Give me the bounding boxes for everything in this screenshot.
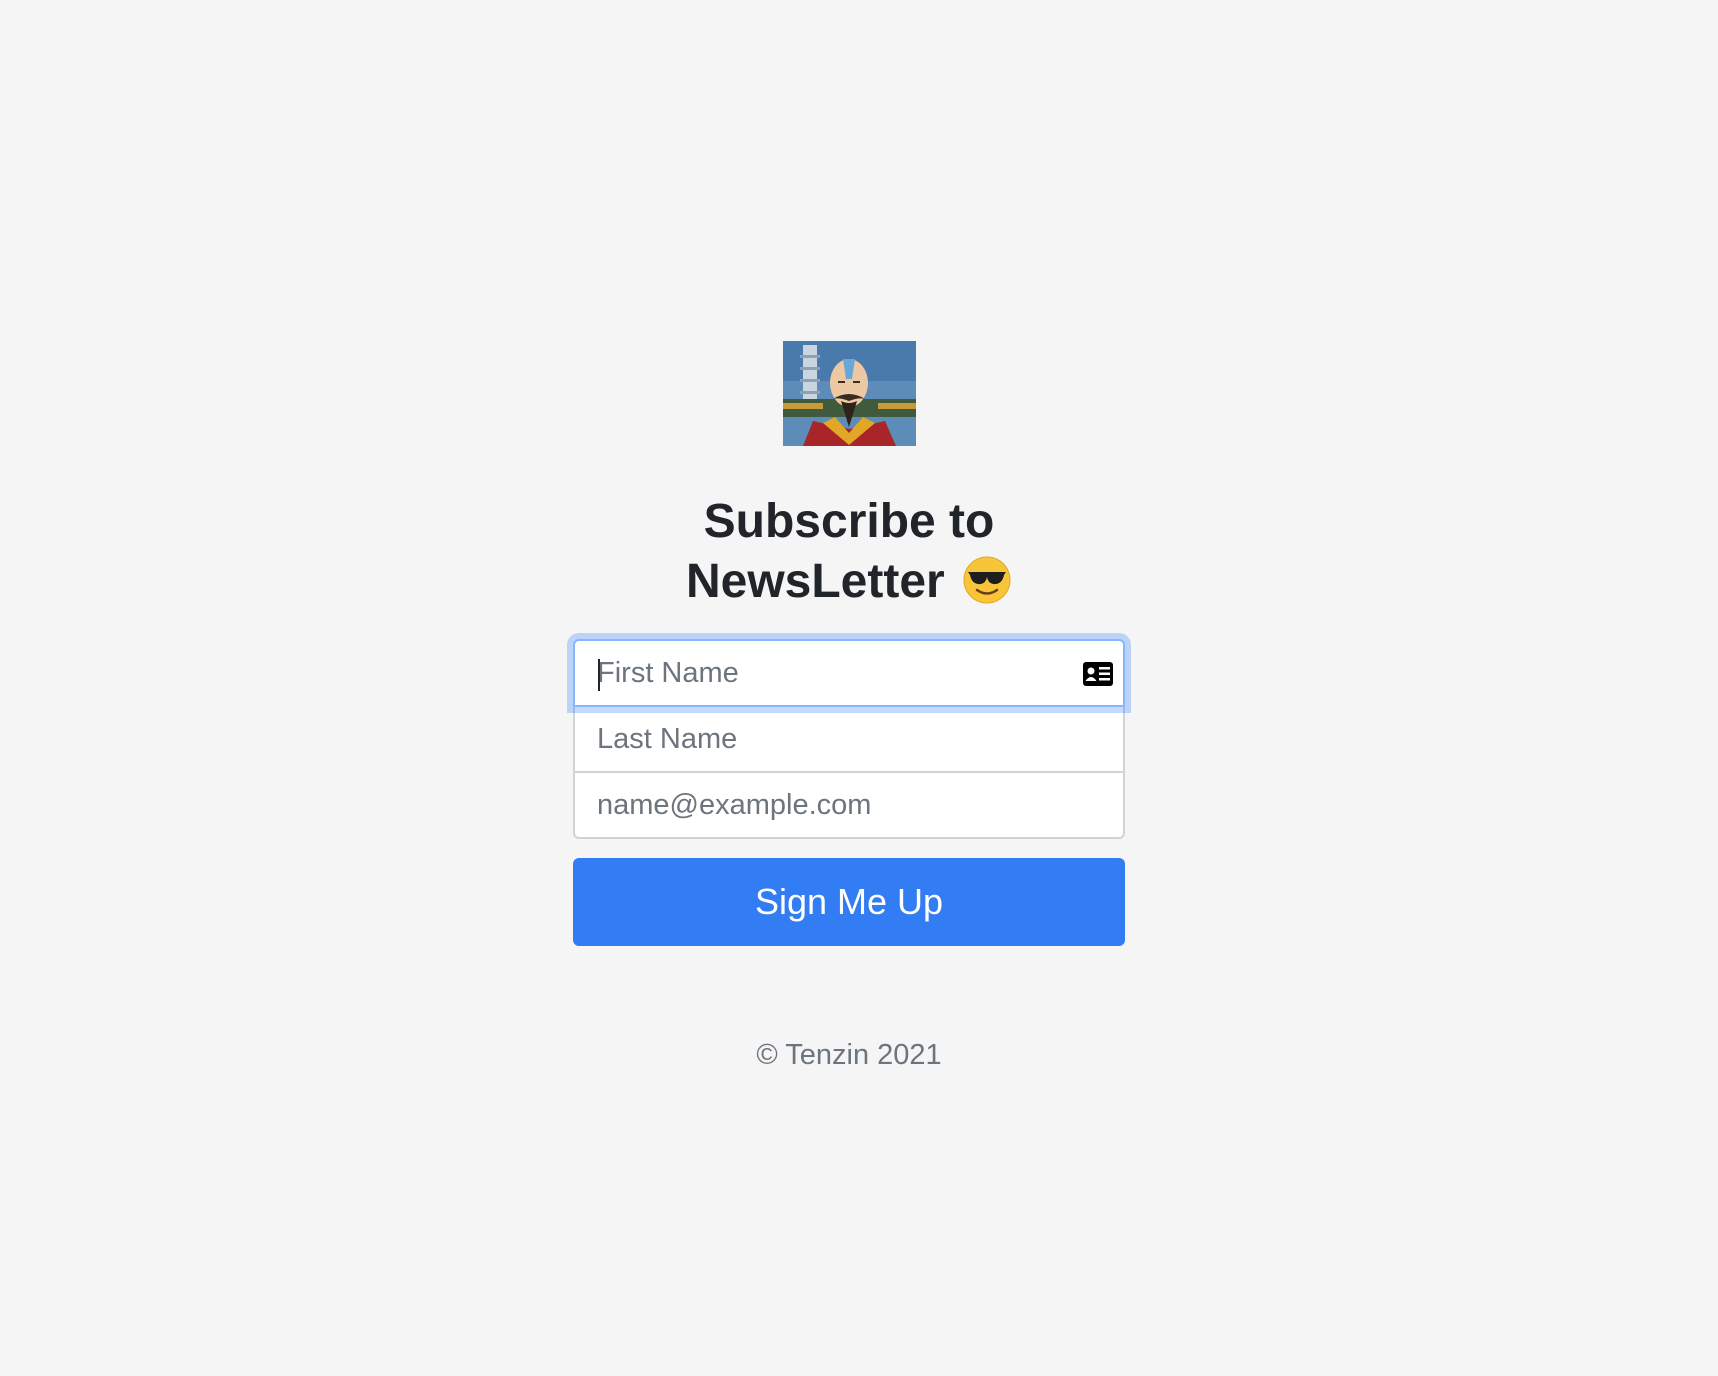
newsletter-form: Subscribe to NewsLetter First Name Last … <box>573 341 1125 1101</box>
title-line-1: Subscribe to <box>703 495 995 548</box>
smiling-face-with-sunglasses-icon <box>962 555 1012 605</box>
last-name-input[interactable] <box>597 722 1067 756</box>
contact-card-icon[interactable] <box>1083 662 1113 686</box>
copyright-text: © Tenzin 2021 <box>756 1039 942 1071</box>
email-input[interactable] <box>597 788 1067 822</box>
text-caret <box>598 659 600 691</box>
first-name-input[interactable] <box>597 656 1067 690</box>
page: Subscribe to NewsLetter First Name Last … <box>0 0 1718 1376</box>
logo-image <box>782 341 916 446</box>
last-name-field-wrapper <box>573 705 1125 773</box>
sign-up-button[interactable]: Sign Me Up <box>573 858 1125 946</box>
title-line-2: NewsLetter <box>685 555 945 608</box>
page-title: Subscribe to NewsLetter <box>573 492 1125 612</box>
first-name-field-wrapper <box>573 639 1125 707</box>
input-group <box>573 639 1125 839</box>
email-field-wrapper <box>573 771 1125 839</box>
